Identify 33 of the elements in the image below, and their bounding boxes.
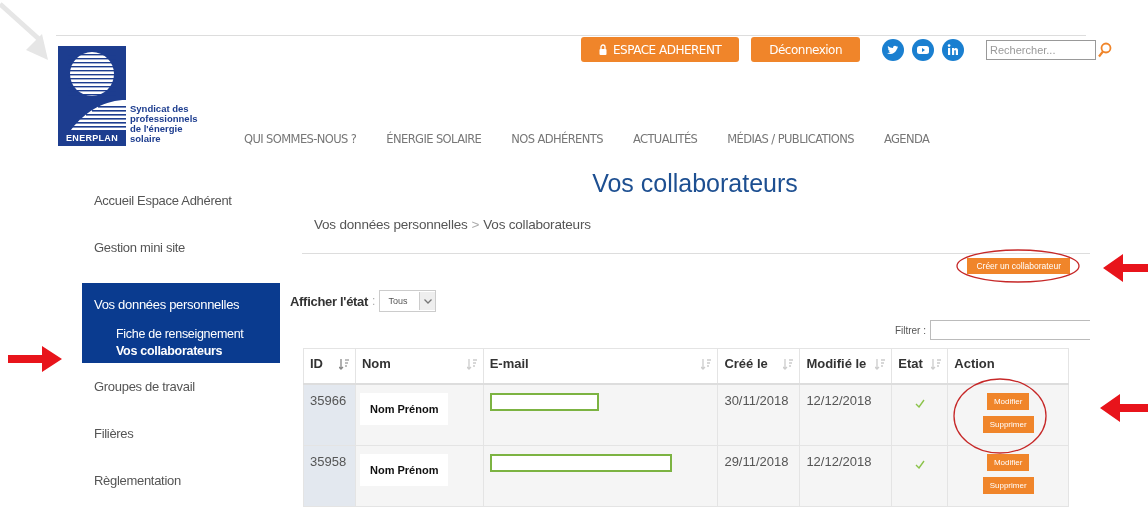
label-colon: : [372,294,376,308]
name-cell: Nom Prénom [359,454,449,486]
filter-label: Filtrer : [894,324,926,336]
breadcrumb-link[interactable]: Vos données personnelles [314,217,468,232]
logo-badge: ENERPLAN [58,130,126,146]
nav-link[interactable]: ACTUALITÉS [632,132,698,146]
nav-link[interactable]: ÉNERGIE SOLAIRE [386,132,482,146]
date-cell: 12/12/2018 [799,384,892,446]
sidebar-item[interactable]: Groupes de travail [82,379,280,426]
state-filter-label: Afficher l'état [290,293,369,309]
date-cell: 30/11/2018 [717,384,800,446]
name-cell: Nom Prénom [359,393,449,425]
id-cell: 35966 [303,384,356,446]
search-field[interactable]: Rechercher... [986,39,1097,60]
nav-link[interactable]: MÉDIAS / PUBLICATIONS [727,132,854,146]
date-cell: 12/12/2018 [799,445,892,507]
date-cell: 29/11/2018 [717,445,800,507]
sidebar-item[interactable]: Accueil Espace Adhérent [82,193,280,240]
sidebar-item-label: Vos données personnelles [94,297,240,312]
state-dropdown[interactable]: Tous [379,290,437,312]
page-title: Vos collaborateurs [591,168,799,198]
breadcrumb-link[interactable]: Vos collaborateurs [483,217,591,232]
sidebar-item[interactable]: Filières [82,426,280,473]
nav-link[interactable]: NOS ADHÉRENTS [511,132,603,146]
sidebar-item[interactable]: Règlementation [82,473,280,520]
breadcrumb-separator: > [471,217,480,232]
id-cell: 35958 [303,445,356,507]
sidebar-item[interactable]: Vos données personnelles Fiche de renseignement Vos collaborateurs [82,283,280,363]
sidebar-subitem[interactable]: Fiche de renseignement [116,326,268,343]
sidebar-subitem[interactable]: Vos collaborateurs [116,343,268,360]
logo-tagline: Syndicat des professionnels de l'énergie solaire [130,104,199,144]
nav-link[interactable]: QUI SOMMES-NOUS ? [244,132,357,146]
nav-link[interactable]: AGENDA [883,132,930,146]
